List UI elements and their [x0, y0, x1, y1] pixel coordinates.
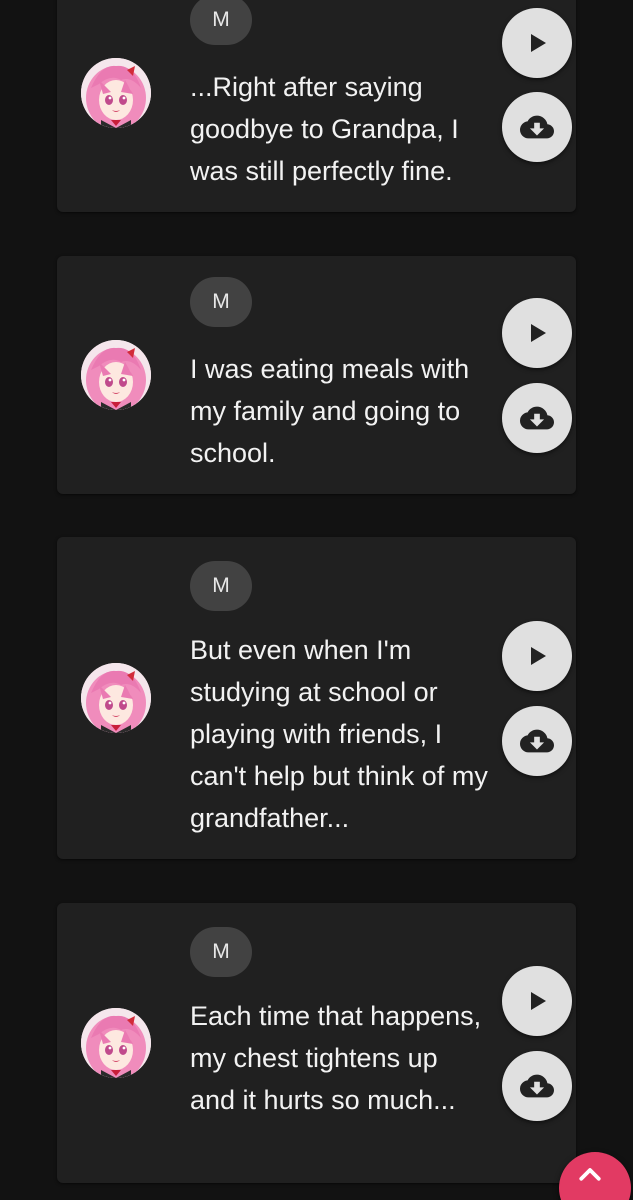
play-button[interactable] — [502, 966, 572, 1036]
play-button[interactable] — [502, 621, 572, 691]
play-icon — [531, 647, 546, 665]
download-button[interactable] — [502, 1051, 572, 1121]
speaker-chip: M — [190, 277, 252, 327]
speaker-initial: M — [212, 574, 230, 597]
dialogue-card-1: M ...Right after saying goodbye to Grand… — [57, 0, 576, 212]
download-button[interactable] — [502, 383, 572, 453]
dialogue-card-3: M But even when I'm studying at school o… — [57, 537, 576, 859]
dialogue-page: M ...Right after saying goodbye to Grand… — [0, 0, 633, 1200]
dialogue-text: ...Right after saying goodbye to Grandpa… — [190, 72, 459, 186]
play-icon — [531, 34, 546, 52]
character-avatar — [81, 663, 151, 733]
speaker-chip: M — [190, 561, 252, 611]
character-avatar — [81, 1008, 151, 1078]
chevron-up-icon — [579, 1168, 601, 1181]
play-button[interactable] — [502, 8, 572, 78]
play-button[interactable] — [502, 298, 572, 368]
play-icon — [531, 324, 546, 342]
cloud-download-icon — [520, 406, 554, 430]
cloud-download-icon — [520, 115, 554, 139]
play-icon — [531, 992, 546, 1010]
character-avatar — [81, 340, 151, 410]
speaker-initial: M — [212, 8, 230, 31]
dialogue-text: Each time that happens, my chest tighten… — [190, 1001, 482, 1115]
dialogue-text: I was eating meals with my family and go… — [190, 354, 470, 468]
character-avatar — [81, 58, 151, 128]
speaker-initial: M — [212, 940, 230, 963]
speaker-chip: M — [190, 0, 252, 45]
download-button[interactable] — [502, 92, 572, 162]
cloud-download-icon — [520, 729, 554, 753]
dialogue-text: But even when I'm studying at school or … — [190, 635, 488, 833]
speaker-initial: M — [212, 290, 230, 313]
speaker-chip: M — [190, 927, 252, 977]
cloud-download-icon — [520, 1074, 554, 1098]
dialogue-card-2: M I was eating meals with my family and … — [57, 256, 576, 494]
dialogue-card-4: M Each time that happens, my chest tight… — [57, 903, 576, 1183]
download-button[interactable] — [502, 706, 572, 776]
